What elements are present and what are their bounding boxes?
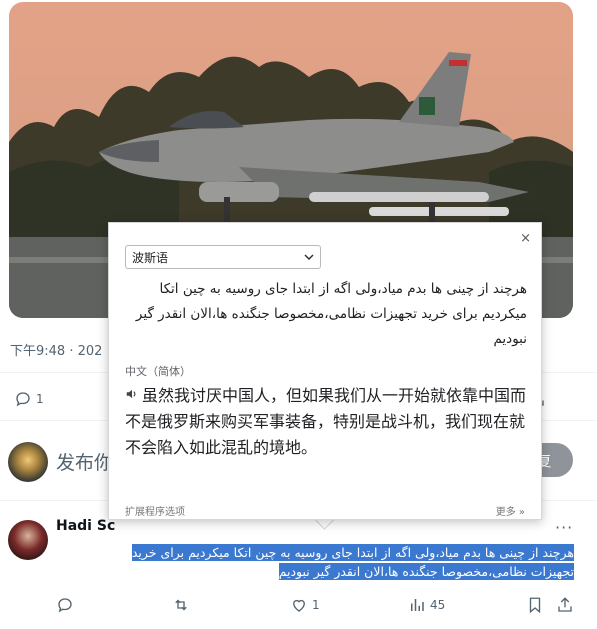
reply-action[interactable] bbox=[56, 596, 74, 614]
source-text: هرچند از چینی ها بدم میاد،ولی اگه از ابت… bbox=[135, 281, 527, 347]
bookmark-icon bbox=[529, 597, 541, 614]
translate-popup: × 波斯语 هرچند از چینی ها بدم میاد،ولی اگه … bbox=[108, 222, 542, 520]
compose-input[interactable]: 发布你 bbox=[56, 448, 113, 475]
share-action[interactable] bbox=[556, 596, 574, 614]
retweet-icon bbox=[175, 599, 187, 611]
reply-count: 1 bbox=[36, 392, 44, 406]
reply-icon bbox=[58, 598, 72, 613]
close-icon[interactable]: × bbox=[520, 231, 531, 246]
reply-author-line[interactable]: Hadi Sc bbox=[56, 518, 115, 534]
views-count: 45 bbox=[430, 598, 446, 612]
source-language-value: 波斯语 bbox=[132, 250, 169, 265]
reply-text: هرچند از چینی ها بدم میاد،ولی اگه از ابت… bbox=[62, 543, 574, 581]
source-language-select[interactable]: 波斯语 bbox=[125, 245, 321, 269]
user-avatar[interactable] bbox=[8, 442, 48, 482]
reply-action[interactable]: 1 bbox=[14, 390, 44, 408]
target-language-label: 中文（简体） bbox=[125, 365, 191, 378]
extension-options-link[interactable]: 扩展程序选项 bbox=[125, 503, 185, 518]
like-icon bbox=[293, 599, 305, 612]
speaker-icon[interactable] bbox=[125, 383, 139, 409]
translated-text-block: 虽然我讨厌中国人，但如果我们从一开始就依靠中国而不是俄罗斯来购买军事装备，特别是… bbox=[125, 383, 527, 461]
views-action[interactable]: 45 bbox=[408, 596, 445, 614]
tweet-timestamp[interactable]: 下午9:48 · 202 bbox=[10, 340, 102, 359]
translated-text: 虽然我讨厌中国人，但如果我们从一开始就依靠中国而不是俄罗斯来购买军事装备，特别是… bbox=[125, 386, 527, 457]
views-icon bbox=[411, 599, 424, 611]
reply-author-avatar[interactable] bbox=[8, 520, 48, 560]
chevron-down-icon bbox=[304, 254, 314, 260]
retweet-action[interactable] bbox=[172, 596, 190, 614]
reply-author-name[interactable]: Hadi Sc bbox=[56, 518, 115, 534]
share-icon bbox=[558, 597, 572, 612]
reply-text-line-1: هرچند از چینی ها بدم میاد،ولی اگه از ابت… bbox=[131, 544, 574, 561]
reply-text-line-2: تجهیزات نظامی،مخصوصا جنگنده ها،الان انقد… bbox=[278, 563, 574, 580]
like-count: 1 bbox=[312, 598, 320, 612]
like-action[interactable]: 1 bbox=[290, 596, 320, 614]
more-options-icon[interactable]: ··· bbox=[555, 518, 573, 537]
bookmark-action[interactable] bbox=[526, 596, 544, 614]
reply-icon bbox=[16, 392, 30, 407]
more-link[interactable]: 更多 » bbox=[496, 503, 525, 518]
